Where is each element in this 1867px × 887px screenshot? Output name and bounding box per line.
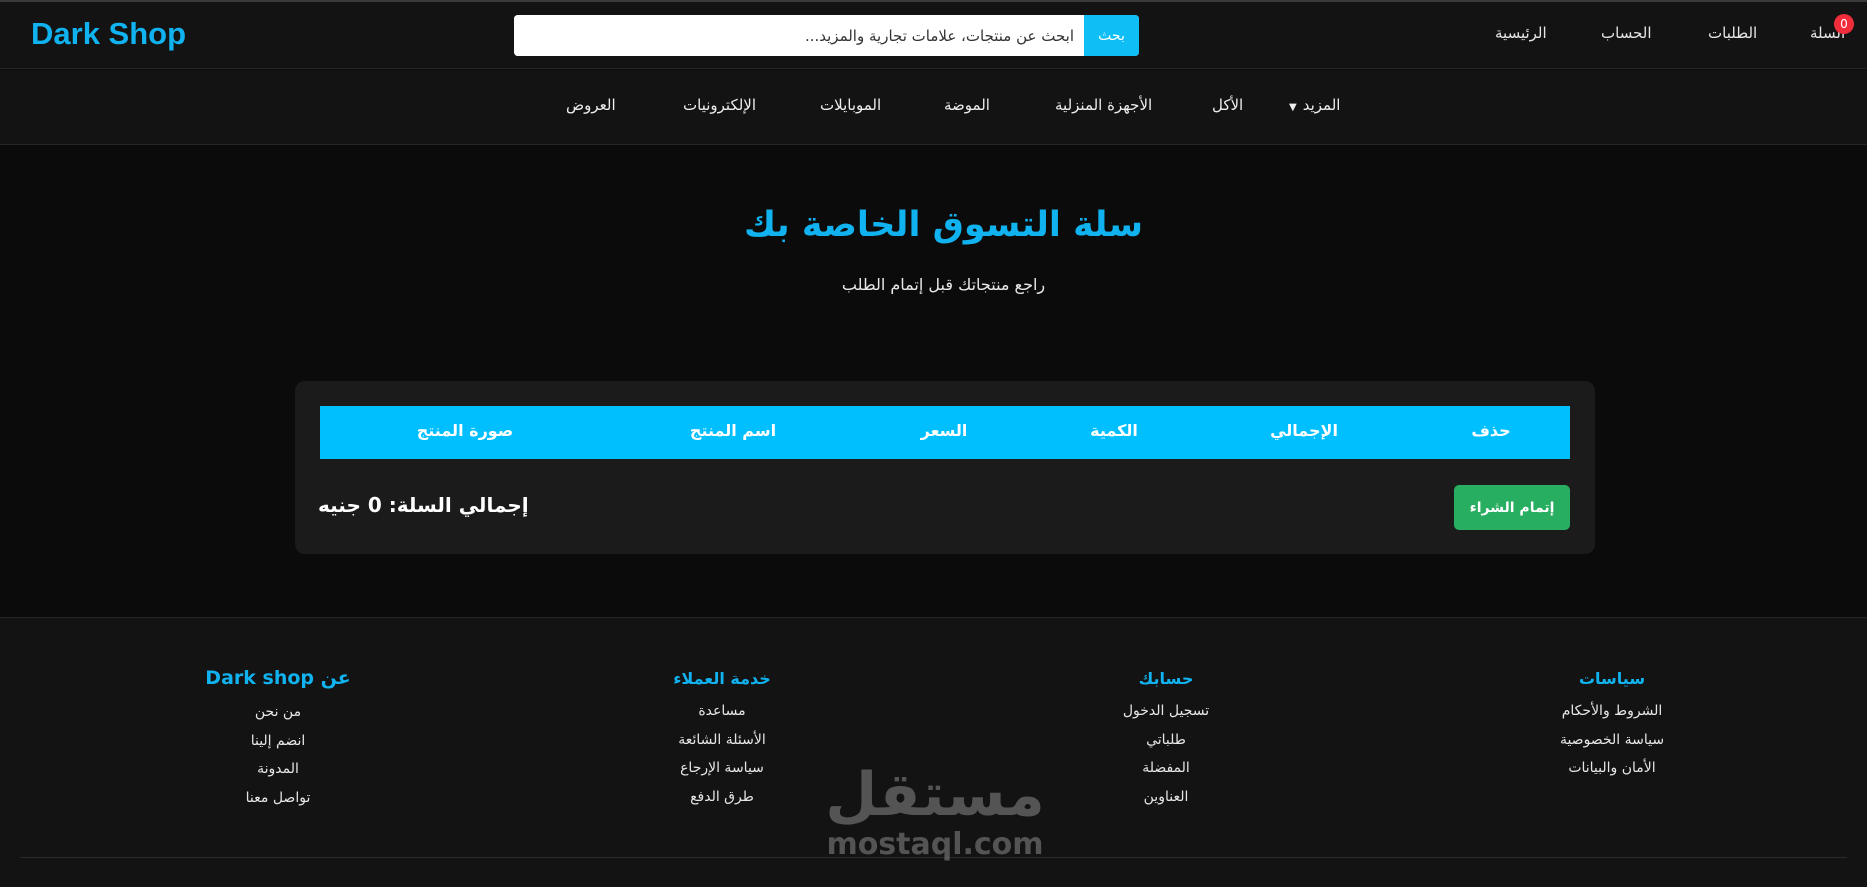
header: Dark Shop بحث الرئيسية الحساب الطلبات ال… <box>0 2 1867 69</box>
footer-about-title: عن Dark shop <box>205 667 351 689</box>
logo[interactable]: Dark Shop <box>31 16 186 52</box>
footer-link-login[interactable]: تسجيل الدخول <box>1036 697 1296 726</box>
footer-link-join-us[interactable]: انضم إلينا <box>148 727 408 756</box>
footer-link-payment-methods[interactable]: طرق الدفع <box>592 783 852 812</box>
category-more-dropdown[interactable]: المزيد ▼ <box>1289 96 1340 114</box>
footer-link-my-orders[interactable]: طلباتي <box>1036 726 1296 755</box>
cart-total: إجمالي السلة: 0 جنيه <box>318 493 529 517</box>
category-mobiles[interactable]: الموبايلات <box>820 96 881 114</box>
nav-account[interactable]: الحساب <box>1601 24 1652 42</box>
category-more-label: المزيد <box>1302 96 1341 114</box>
footer-link-help[interactable]: مساعدة <box>592 697 852 726</box>
category-home-appliances[interactable]: الأجهزة المنزلية <box>1055 96 1152 114</box>
category-food[interactable]: الأكل <box>1212 96 1243 114</box>
search-button[interactable]: بحث <box>1084 15 1139 56</box>
footer-link-security[interactable]: الأمان والبيانات <box>1482 754 1742 783</box>
page-subtitle: راجع منتجاتك قبل إتمام الطلب <box>841 275 1046 294</box>
footer-link-privacy[interactable]: سياسة الخصوصية <box>1482 726 1742 755</box>
footer-link-blog[interactable]: المدونة <box>148 755 408 784</box>
checkout-button[interactable]: إتمام الشراء <box>1454 485 1570 530</box>
search-input[interactable] <box>514 15 1084 56</box>
category-bar: العروض الإلكترونيات الموبايلات الموضة ال… <box>0 70 1867 145</box>
footer-divider <box>20 857 1847 858</box>
col-total: الإجمالي <box>1270 421 1338 440</box>
page-title: سلة التسوق الخاصة بك <box>743 205 1144 245</box>
footer-link-addresses[interactable]: العناوين <box>1036 783 1296 812</box>
nav-home[interactable]: الرئيسية <box>1495 24 1547 42</box>
footer-support-title: خدمة العملاء <box>673 669 771 688</box>
category-electronics[interactable]: الإلكترونيات <box>683 96 756 114</box>
category-fashion[interactable]: الموضة <box>944 96 990 114</box>
category-offers[interactable]: العروض <box>566 96 616 114</box>
footer-policies-title: سياسات <box>1578 669 1646 688</box>
col-delete: حذف <box>1471 421 1511 440</box>
footer-support: خدمة العملاء مساعدة الأسئلة الشائعة سياس… <box>592 669 852 811</box>
col-quantity: الكمية <box>1090 421 1138 440</box>
col-product-name: اسم المنتج <box>689 421 777 440</box>
caret-down-icon: ▼ <box>1289 102 1297 113</box>
footer-link-terms[interactable]: الشروط والأحكام <box>1482 697 1742 726</box>
footer-link-contact[interactable]: تواصل معنا <box>148 784 408 813</box>
footer-account-title: حسابك <box>1138 669 1194 688</box>
footer-link-faq[interactable]: الأسئلة الشائعة <box>592 726 852 755</box>
footer-link-returns[interactable]: سياسة الإرجاع <box>592 754 852 783</box>
cart-count-badge: 0 <box>1834 14 1854 34</box>
footer-about: عن Dark shop من نحن انضم إلينا المدونة ت… <box>148 667 408 813</box>
nav-orders[interactable]: الطلبات <box>1708 24 1757 42</box>
footer-link-favorites[interactable]: المفضلة <box>1036 754 1296 783</box>
col-product-image: صورة المنتج <box>416 421 514 440</box>
search-bar: بحث <box>514 15 1139 56</box>
col-price: السعر <box>920 421 968 440</box>
footer-link-about-us[interactable]: من نحن <box>148 698 408 727</box>
footer-policies: سياسات الشروط والأحكام سياسة الخصوصية ال… <box>1482 669 1742 783</box>
cart-table-header: حذف الإجمالي الكمية السعر اسم المنتج صور… <box>320 406 1570 459</box>
footer-account: حسابك تسجيل الدخول طلباتي المفضلة العناو… <box>1036 669 1296 811</box>
